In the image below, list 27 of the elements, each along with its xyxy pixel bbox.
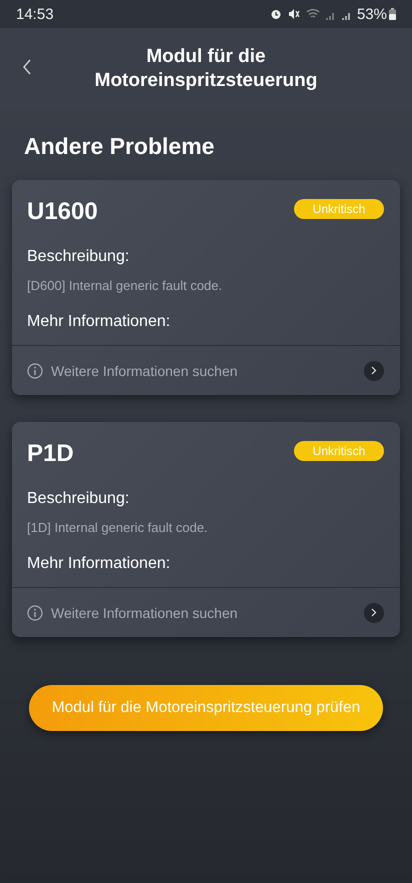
mute-icon <box>288 8 300 20</box>
chevron-right-icon <box>371 366 377 375</box>
severity-badge: Unkritisch <box>294 441 384 461</box>
back-icon <box>22 59 32 75</box>
more-info-label: Mehr Informationen: <box>27 555 172 573</box>
alarm-icon <box>270 8 282 20</box>
description-text: [D600] Internal generic fault code. <box>27 278 224 293</box>
fault-code: P1D <box>27 440 74 468</box>
battery-percent: 53% <box>356 6 387 22</box>
more-info-label: Mehr Informationen: <box>27 313 172 331</box>
description-label: Beschreibung: <box>27 248 130 266</box>
battery-icon <box>389 8 396 20</box>
chevron-right-icon <box>371 608 377 617</box>
section-title: Andere Probleme <box>24 132 216 160</box>
description-label: Beschreibung: <box>27 490 130 508</box>
severity-badge: Unkritisch <box>294 199 384 219</box>
chevron-right-button[interactable] <box>364 360 384 380</box>
description-text: [1D] Internal generic fault code. <box>27 520 209 535</box>
fault-code: U1600 <box>27 198 98 226</box>
info-icon <box>27 362 43 378</box>
chevron-right-button[interactable] <box>364 602 384 622</box>
page-title: Modul für die Motoreinspritzsteuerung <box>94 45 318 93</box>
search-info-link[interactable]: Weitere Informationen suchen <box>51 362 238 378</box>
clock-time: 14:53 <box>16 6 54 22</box>
info-icon <box>27 604 43 620</box>
wifi-icon <box>306 8 320 20</box>
search-info-link[interactable]: Weitere Informationen suchen <box>51 604 238 620</box>
